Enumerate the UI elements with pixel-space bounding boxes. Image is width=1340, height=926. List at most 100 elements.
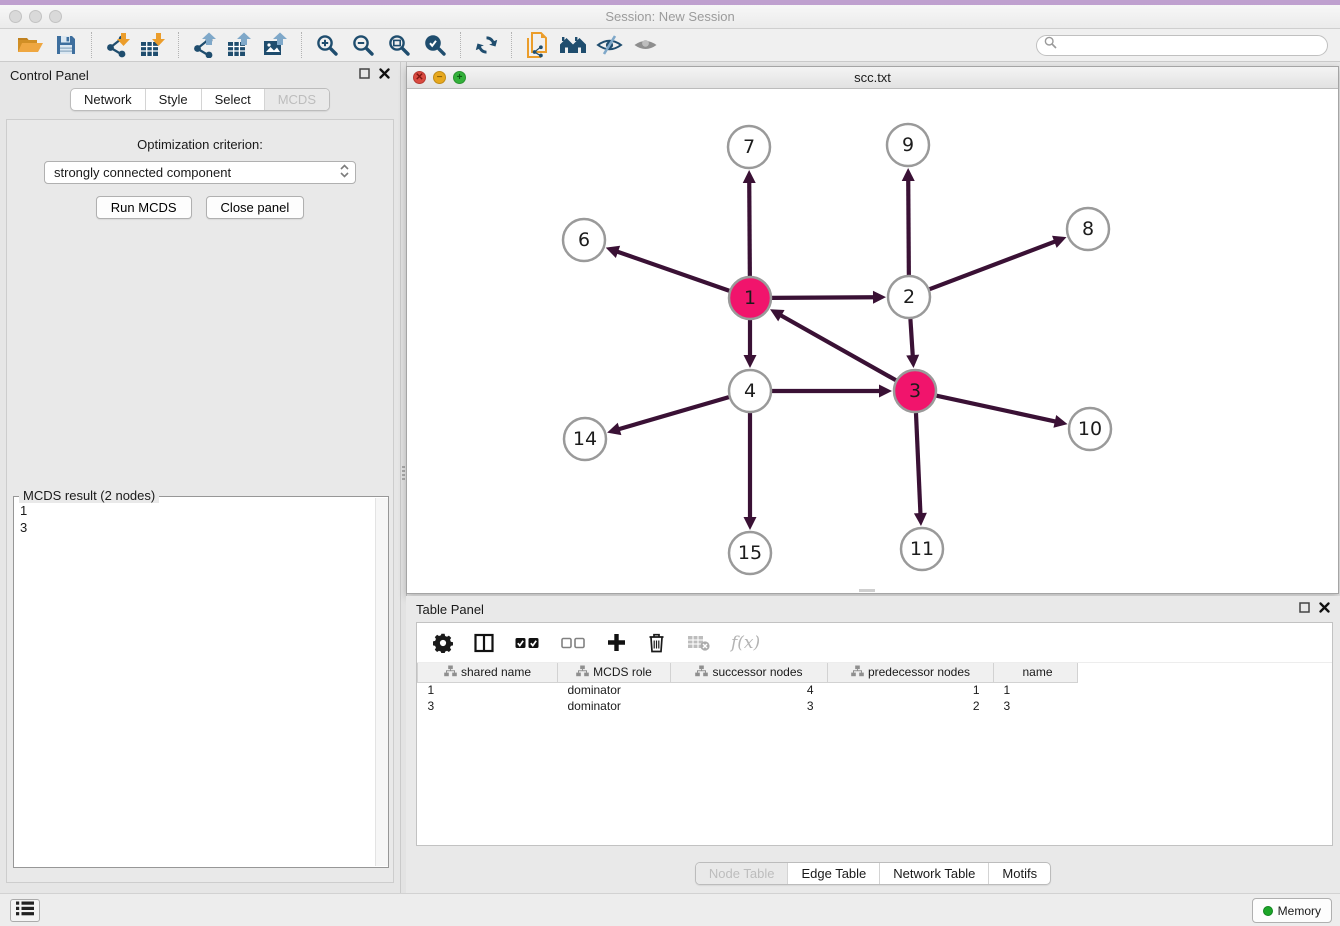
export-table-button[interactable] xyxy=(222,30,258,60)
window-title: Session: New Session xyxy=(0,5,1340,29)
graph-edge-3-1[interactable] xyxy=(780,315,896,381)
import-network-button[interactable] xyxy=(99,30,135,60)
graph-edge-4-14[interactable] xyxy=(618,397,729,429)
search-box[interactable] xyxy=(1036,35,1328,56)
mcds-result-item: 1 xyxy=(20,502,382,519)
list-icon xyxy=(16,901,34,921)
graph-arrowhead-1-7 xyxy=(743,170,756,183)
network-window-title: scc.txt xyxy=(407,67,1338,88)
add-column-button[interactable] xyxy=(607,633,626,652)
tab-network-table[interactable]: Network Table xyxy=(879,863,988,884)
optimization-criterion-label: Optimization criterion: xyxy=(7,137,393,152)
tab-motifs[interactable]: Motifs xyxy=(988,863,1050,884)
graph-arrowhead-4-3 xyxy=(879,385,892,398)
status-bar: Memory xyxy=(0,893,1340,926)
close-panel-icon[interactable] xyxy=(379,66,390,84)
export-image-button[interactable] xyxy=(258,30,294,60)
column-header-successor-nodes[interactable]: successor nodes xyxy=(671,663,828,682)
show-all-button[interactable] xyxy=(627,30,663,60)
graph-edge-1-2[interactable] xyxy=(772,297,875,298)
network-zoom-button[interactable]: + xyxy=(453,71,466,84)
run-mcds-button[interactable]: Run MCDS xyxy=(96,196,192,219)
minimize-window-button[interactable] xyxy=(29,10,42,23)
search-input[interactable] xyxy=(1061,37,1327,54)
close-panel-button[interactable]: Close panel xyxy=(206,196,305,219)
table-cell: 2 xyxy=(828,698,994,714)
table-cell: dominator xyxy=(558,682,671,698)
panel-list-button[interactable] xyxy=(10,899,40,922)
table-row[interactable]: 3dominator323 xyxy=(418,698,1078,714)
criterion-select[interactable]: strongly connected component xyxy=(44,161,356,184)
save-session-button[interactable] xyxy=(48,30,84,60)
tab-style[interactable]: Style xyxy=(145,89,201,110)
refresh-button[interactable] xyxy=(468,30,504,60)
tab-edge-table[interactable]: Edge Table xyxy=(787,863,879,884)
tab-select[interactable]: Select xyxy=(201,89,264,110)
graph-arrowhead-4-15 xyxy=(744,517,757,530)
delete-table-button xyxy=(687,634,710,651)
close-table-panel-icon[interactable] xyxy=(1319,600,1330,618)
network-close-button[interactable]: ✕ xyxy=(413,71,426,84)
tab-network[interactable]: Network xyxy=(71,89,145,110)
hide-selected-button[interactable] xyxy=(591,30,627,60)
deselect-all-checks-button[interactable] xyxy=(561,637,586,649)
zoom-window-button[interactable] xyxy=(49,10,62,23)
mcds-result-title: MCDS result (2 nodes) xyxy=(19,488,159,503)
toolbar-separator xyxy=(178,32,179,58)
window-titlebar: Session: New Session xyxy=(0,5,1340,29)
network-from-clipboard-button[interactable] xyxy=(519,30,555,60)
zoom-out-button[interactable] xyxy=(345,30,381,60)
node-table-container: f(x) shared nameMCDS rolesuccessor nodes… xyxy=(416,622,1333,846)
column-header-predecessor-nodes[interactable]: predecessor nodes xyxy=(828,663,994,682)
control-panel-title: Control Panel xyxy=(10,68,89,83)
mcds-result-box: MCDS result (2 nodes) 13 xyxy=(13,496,389,868)
result-scrollbar[interactable] xyxy=(375,498,388,866)
split-column-button[interactable] xyxy=(474,633,494,653)
toolbar-separator xyxy=(301,32,302,58)
table-row[interactable]: 1dominator411 xyxy=(418,682,1078,698)
table-toolbar: f(x) xyxy=(417,623,1332,663)
memory-button[interactable]: Memory xyxy=(1252,898,1332,923)
graph-edge-1-7[interactable] xyxy=(749,181,750,276)
zoom-selected-button[interactable] xyxy=(417,30,453,60)
graph-node-label-14: 14 xyxy=(573,428,597,450)
graph-node-label-6: 6 xyxy=(578,229,590,251)
graph-arrowhead-2-3 xyxy=(906,355,919,368)
network-scroll-grip[interactable] xyxy=(859,589,875,592)
graph-edge-2-8[interactable] xyxy=(930,241,1057,289)
select-stepper-icon xyxy=(340,164,349,181)
graph-node-label-15: 15 xyxy=(738,542,762,564)
open-file-button[interactable] xyxy=(12,30,48,60)
graph-edge-2-9[interactable] xyxy=(908,179,909,275)
import-table-button[interactable] xyxy=(135,30,171,60)
toolbar-separator xyxy=(91,32,92,58)
network-canvas[interactable]: 7968124314101511 xyxy=(407,89,1338,592)
gear-button[interactable] xyxy=(433,633,453,653)
float-table-panel-icon[interactable] xyxy=(1299,600,1310,618)
control-panel-tabs: NetworkStyleSelectMCDS xyxy=(70,88,330,111)
graph-edge-2-3[interactable] xyxy=(910,319,912,357)
tab-mcds[interactable]: MCDS xyxy=(264,89,329,110)
column-header-shared-name[interactable]: shared name xyxy=(418,663,558,682)
float-panel-icon[interactable] xyxy=(359,66,370,84)
first-neighbors-button[interactable] xyxy=(555,30,591,60)
graph-edge-1-6[interactable] xyxy=(616,251,729,291)
column-header-MCDS-role[interactable]: MCDS role xyxy=(558,663,671,682)
delete-column-button[interactable] xyxy=(647,632,666,653)
graph-node-label-11: 11 xyxy=(910,538,934,560)
tab-node-table[interactable]: Node Table xyxy=(696,863,788,884)
column-header-name[interactable]: name xyxy=(994,663,1078,682)
graph-arrowhead-1-4 xyxy=(744,355,757,368)
zoom-in-button[interactable] xyxy=(309,30,345,60)
export-network-button[interactable] xyxy=(186,30,222,60)
graph-edge-3-11[interactable] xyxy=(916,413,921,515)
table-panel-title: Table Panel xyxy=(416,602,484,617)
network-window-titlebar[interactable]: ✕ − + scc.txt xyxy=(407,67,1338,89)
graph-edge-3-10[interactable] xyxy=(936,396,1056,422)
graph-arrowhead-2-9 xyxy=(902,168,915,181)
close-window-button[interactable] xyxy=(9,10,22,23)
network-minimize-button[interactable]: − xyxy=(433,71,446,84)
select-all-checks-button[interactable] xyxy=(515,637,540,649)
zoom-fit-button[interactable] xyxy=(381,30,417,60)
memory-status-icon xyxy=(1263,906,1273,916)
